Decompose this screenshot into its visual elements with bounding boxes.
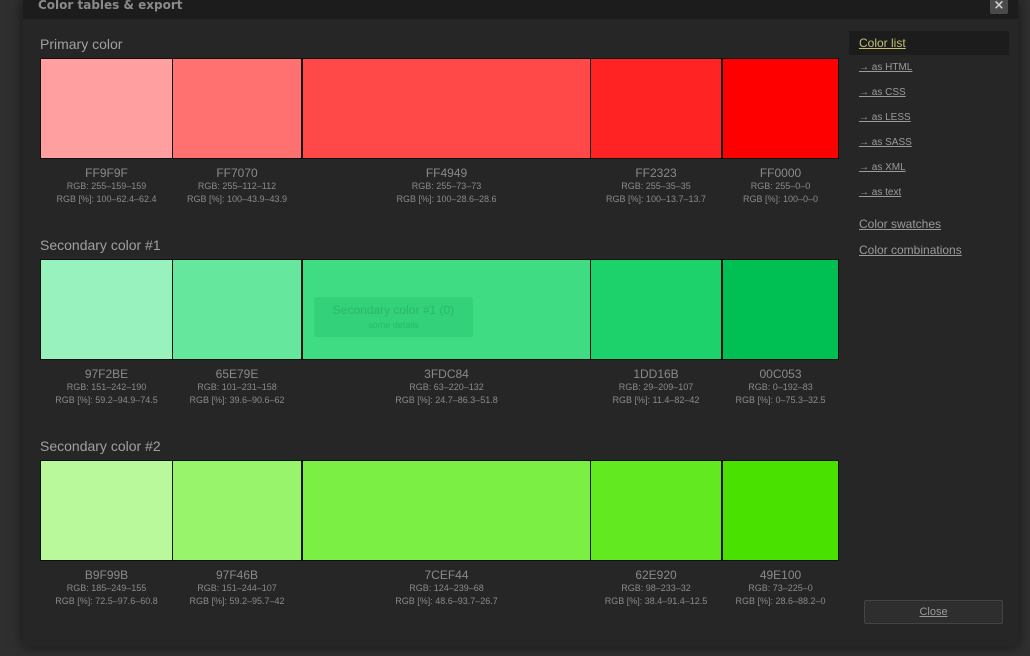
close-icon[interactable]: × <box>990 0 1008 14</box>
rgb-value: RGB: 255–0–0 <box>750 181 811 191</box>
section-title: Primary color <box>40 36 123 52</box>
swatch-5[interactable] <box>723 59 838 158</box>
rgb-percent-value: RGB [%]: 100–13.7–13.7 <box>605 194 707 204</box>
rgb-value: RGB: 185–249–155 <box>66 583 147 593</box>
rgb-percent-value: RGB [%]: 100–0–0 <box>742 194 819 204</box>
swatch-info: FF9F9F RGB: 255–159–159 RGB [%]: 100–62.… <box>41 166 172 206</box>
tooltip-detail: some details <box>368 320 419 330</box>
hex-value: FF2323 <box>635 166 677 180</box>
rgb-value: RGB: 101–231–158 <box>197 382 277 392</box>
swatch-3[interactable] <box>303 59 590 158</box>
swatch-info: FF4949 RGB: 255–73–73 RGB [%]: 100–28.6–… <box>303 166 590 206</box>
rgb-percent-value: RGB [%]: 100–28.6–28.6 <box>396 194 497 204</box>
swatch-info: 3FDC84 RGB: 63–220–132 RGB [%]: 24.7–86.… <box>303 367 590 407</box>
swatch-1[interactable] <box>41 461 172 560</box>
rgb-percent-value: RGB [%]: 24.7–86.3–51.8 <box>395 395 498 405</box>
color-list-link[interactable]: Color list <box>859 36 906 50</box>
hex-value: 65E79E <box>215 367 259 381</box>
swatch-2[interactable] <box>173 59 301 158</box>
hex-value: 97F46B <box>215 568 259 582</box>
hex-value: FF4949 <box>425 166 468 180</box>
hex-value: 3FDC84 <box>424 367 469 381</box>
rgb-value: RGB: 124–239–68 <box>409 583 484 593</box>
rgb-percent-value: RGB [%]: 28.6–88.2–0 <box>735 596 826 606</box>
export-html-link[interactable]: → as HTML <box>859 62 912 73</box>
section-title: Secondary color #2 <box>40 438 161 454</box>
rgb-percent-value: RGB [%]: 59.2–95.7–42 <box>189 596 285 606</box>
hex-value: 7CEF44 <box>424 568 469 582</box>
sidebar-item-color-list[interactable]: Color list <box>849 31 1009 55</box>
swatch-3[interactable] <box>303 461 590 560</box>
hex-value: 97F2BE <box>84 367 129 381</box>
tooltip-title: Secondary color #1 (0) <box>332 303 455 317</box>
section-title: Secondary color #1 <box>40 237 161 253</box>
dialog-title: Color tables & export <box>38 0 183 12</box>
swatch-2[interactable] <box>173 461 301 560</box>
close-button[interactable]: Close <box>864 600 1003 624</box>
color-combinations-link[interactable]: Color combinations <box>859 243 962 257</box>
swatch-1[interactable] <box>41 59 172 158</box>
hex-value: 49E100 <box>759 568 802 582</box>
swatch-4[interactable] <box>591 59 721 158</box>
swatch-info: 7CEF44 RGB: 124–239–68 RGB [%]: 48.6–93.… <box>303 568 590 608</box>
hex-value: B9F99B <box>84 568 129 582</box>
dialog-content: Primary color FF9F9F RGB: 255–159–159 RG… <box>23 19 1018 646</box>
color-tables-dialog: Color tables & export × Primary color FF… <box>23 0 1018 646</box>
rgb-value: RGB: 255–159–159 <box>66 181 147 191</box>
hex-value: FF7070 <box>216 166 258 180</box>
rgb-value: RGB: 255–112–112 <box>197 181 277 191</box>
hex-value: 00C053 <box>759 367 802 381</box>
swatch-tooltip: Secondary color #1 (0) some details <box>314 297 473 337</box>
rgb-percent-value: RGB [%]: 59.2–94.9–74.5 <box>55 395 158 405</box>
rgb-value: RGB: 151–242–190 <box>66 382 147 392</box>
rgb-percent-value: RGB [%]: 38.4–91.4–12.5 <box>604 596 708 606</box>
swatch-5[interactable] <box>723 461 838 560</box>
swatch-info: 97F46B RGB: 151–244–107 RGB [%]: 59.2–95… <box>173 568 301 608</box>
swatch-4[interactable] <box>591 260 721 359</box>
rgb-percent-value: RGB [%]: 48.6–93.7–26.7 <box>395 596 498 606</box>
rgb-value: RGB: 98–233–32 <box>621 583 691 593</box>
rgb-value: RGB: 0–192–83 <box>748 382 813 392</box>
swatch-info: 62E920 RGB: 98–233–32 RGB [%]: 38.4–91.4… <box>591 568 721 608</box>
rgb-value: RGB: 151–244–107 <box>197 583 277 593</box>
rgb-value: RGB: 255–73–73 <box>411 181 482 191</box>
swatch-row <box>40 58 839 159</box>
hex-value: 1DD16B <box>633 367 679 381</box>
rgb-value: RGB: 29–209–107 <box>618 382 694 392</box>
color-swatches-link[interactable]: Color swatches <box>859 217 941 231</box>
export-less-link[interactable]: → as LESS <box>859 112 911 123</box>
rgb-percent-value: RGB [%]: 72.5–97.6–60.8 <box>55 596 158 606</box>
export-sass-link[interactable]: → as SASS <box>859 137 912 148</box>
swatch-info: 65E79E RGB: 101–231–158 RGB [%]: 39.6–90… <box>173 367 301 407</box>
swatch-info: 97F2BE RGB: 151–242–190 RGB [%]: 59.2–94… <box>41 367 172 407</box>
swatch-4[interactable] <box>591 461 721 560</box>
swatch-2[interactable] <box>173 260 301 359</box>
export-text-link[interactable]: → as text <box>859 187 901 198</box>
rgb-value: RGB: 255–35–35 <box>621 181 691 191</box>
hex-value: FF0000 <box>759 166 802 180</box>
swatch-info: 1DD16B RGB: 29–209–107 RGB [%]: 11.4–82–… <box>591 367 721 407</box>
rgb-value: RGB: 73–225–0 <box>748 583 813 593</box>
hex-value: 62E920 <box>635 568 677 582</box>
export-css-link[interactable]: → as CSS <box>859 87 906 98</box>
hex-value: FF9F9F <box>85 166 128 180</box>
swatch-info: FF0000 RGB: 255–0–0 RGB [%]: 100–0–0 <box>723 166 838 206</box>
rgb-percent-value: RGB [%]: 100–62.4–62.4 <box>56 194 157 204</box>
swatch-5[interactable] <box>723 260 838 359</box>
swatch-info: FF2323 RGB: 255–35–35 RGB [%]: 100–13.7–… <box>591 166 721 206</box>
dialog-titlebar: Color tables & export × <box>23 0 1018 19</box>
swatch-row <box>40 460 839 561</box>
rgb-percent-value: RGB [%]: 39.6–90.6–62 <box>189 395 285 405</box>
export-xml-link[interactable]: → as XML <box>859 162 906 173</box>
rgb-percent-value: RGB [%]: 11.4–82–42 <box>612 395 700 405</box>
swatch-1[interactable] <box>41 260 172 359</box>
rgb-percent-value: RGB [%]: 100–43.9–43.9 <box>186 194 288 204</box>
swatch-info: FF7070 RGB: 255–112–112 RGB [%]: 100–43.… <box>173 166 301 206</box>
swatch-info: 00C053 RGB: 0–192–83 RGB [%]: 0–75.3–32.… <box>723 367 838 407</box>
swatch-info: B9F99B RGB: 185–249–155 RGB [%]: 72.5–97… <box>41 568 172 608</box>
swatch-info: 49E100 RGB: 73–225–0 RGB [%]: 28.6–88.2–… <box>723 568 838 608</box>
rgb-value: RGB: 63–220–132 <box>409 382 484 392</box>
rgb-percent-value: RGB [%]: 0–75.3–32.5 <box>735 395 826 405</box>
